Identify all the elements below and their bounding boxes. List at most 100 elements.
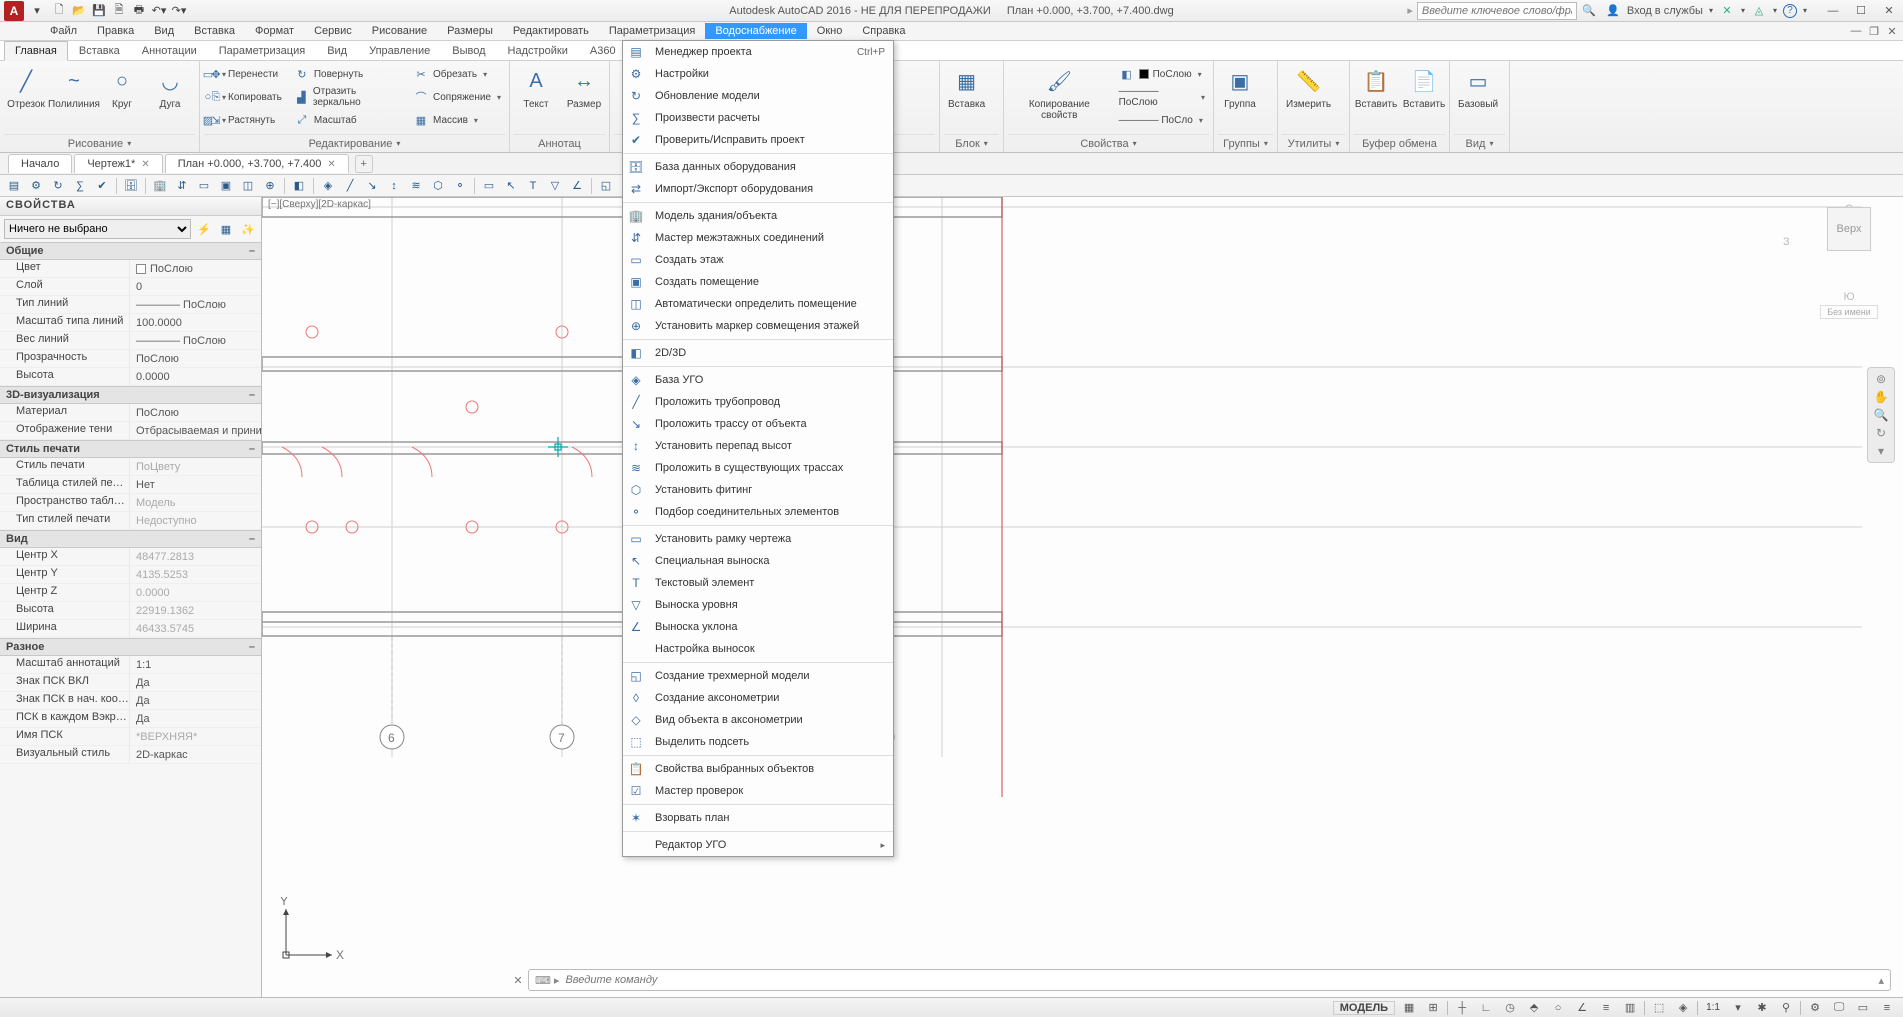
lineweight-combo[interactable]: ———— ПоСлою▾ <box>1115 86 1209 108</box>
menu-item[interactable]: ↕Установить перепад высот <box>623 435 893 457</box>
status-custom-icon[interactable]: ≡ <box>1877 1000 1897 1016</box>
property-row[interactable]: Центр Z0.0000 <box>0 584 261 602</box>
property-row[interactable]: Стиль печатиПоЦвету <box>0 458 261 476</box>
ribbon-tab[interactable]: Вывод <box>441 41 496 60</box>
property-row[interactable]: ЦветПоСлою <box>0 260 261 278</box>
property-row[interactable]: Масштаб типа линий100.0000 <box>0 314 261 332</box>
ribbon-button[interactable]: ○Круг <box>100 63 144 112</box>
status-scale[interactable]: 1:1 <box>1702 1002 1724 1013</box>
ribbon-button[interactable]: ✥Перенести <box>204 63 286 85</box>
tb-icon[interactable]: ◱ <box>596 177 616 195</box>
tb-icon[interactable]: ✔ <box>92 177 112 195</box>
menu-item[interactable]: ≋Проложить в существующих трассах <box>623 457 893 479</box>
collapse-icon[interactable]: – <box>249 245 255 257</box>
property-row[interactable]: Высота0.0000 <box>0 368 261 386</box>
menu-справка[interactable]: Справка <box>852 23 915 39</box>
tb-icon[interactable]: T <box>523 177 543 195</box>
menu-item[interactable]: ✔Проверить/Исправить проект <box>623 129 893 151</box>
ribbon-button[interactable]: ▦Массив▾ <box>409 109 505 131</box>
tb-icon[interactable]: 🗄 <box>121 177 141 195</box>
menu-item[interactable]: 🗄База данных оборудования <box>623 156 893 178</box>
menu-item[interactable]: ⇵Мастер межэтажных соединений <box>623 227 893 249</box>
tb-icon[interactable]: ⇵ <box>172 177 192 195</box>
status-osnap-icon[interactable]: ○ <box>1548 1000 1568 1016</box>
new-tab-button[interactable]: + <box>355 155 373 173</box>
status-anno-icon[interactable]: ✱ <box>1752 1000 1772 1016</box>
viewcube[interactable]: С З Верх В Ю Без имени <box>1807 203 1891 319</box>
selection-combo[interactable]: Ничего не выбрано <box>4 219 191 239</box>
property-row[interactable]: Знак ПСК ВКЛДа <box>0 674 261 692</box>
ribbon-tab[interactable]: Параметризация <box>208 41 316 60</box>
viewcube-label[interactable]: Без имени <box>1820 305 1878 319</box>
menu-окно[interactable]: Окно <box>807 23 853 39</box>
menu-item[interactable]: ╱Проложить трубопровод <box>623 391 893 413</box>
nav-bar[interactable]: ⊚ ✋ 🔍 ↻ ▾ <box>1867 367 1895 463</box>
nav-more-icon[interactable]: ▾ <box>1878 444 1884 458</box>
ribbon-tab[interactable]: Управление <box>358 41 441 60</box>
status-snap-icon[interactable]: ┼ <box>1452 1000 1472 1016</box>
menu-редактировать[interactable]: Редактировать <box>503 23 599 39</box>
property-row[interactable]: Визуальный стиль2D-каркас <box>0 746 261 764</box>
tb-icon[interactable]: ▽ <box>545 177 565 195</box>
menu-item[interactable]: ⬚Выделить подсеть <box>623 731 893 753</box>
property-category[interactable]: Стиль печати– <box>0 440 261 458</box>
status-monitor-icon[interactable]: 🖵 <box>1829 1000 1849 1016</box>
ribbon-button[interactable]: ~Полилиния <box>52 63 96 112</box>
menu-формат[interactable]: Формат <box>245 23 304 39</box>
close-tab-icon[interactable]: ✕ <box>327 159 335 170</box>
mdi-close-icon[interactable]: ✕ <box>1883 23 1901 39</box>
tb-icon[interactable]: 🏢 <box>150 177 170 195</box>
menu-item[interactable]: ⊕Установить маркер совмещения этажей <box>623 315 893 337</box>
viewport-label[interactable]: [−][Сверху][2D-каркас] <box>268 199 371 210</box>
close-button[interactable]: ✕ <box>1875 1 1903 21</box>
tb-icon[interactable]: ▣ <box>216 177 236 195</box>
property-row[interactable]: Тип линий———— ПоСлою <box>0 296 261 314</box>
tb-icon[interactable]: ◫ <box>238 177 258 195</box>
collapse-icon[interactable]: – <box>249 443 255 455</box>
ribbon-button[interactable]: 📄Вставить <box>1402 63 1446 112</box>
status-gizmo-icon[interactable]: ◈ <box>1673 1000 1693 1016</box>
menu-вставка[interactable]: Вставка <box>184 23 245 39</box>
match-props-button[interactable]: 🖌 Копирование свойств <box>1008 63 1111 123</box>
a360-icon[interactable]: ◬ <box>1751 3 1767 19</box>
status-trans-icon[interactable]: ▥ <box>1620 1000 1640 1016</box>
qat-new-icon[interactable]: 🗋 <box>50 2 68 20</box>
menu-item[interactable]: ▭Установить рамку чертежа <box>623 528 893 550</box>
select-icon[interactable]: ▦ <box>217 220 235 238</box>
menu-водоснабжение[interactable]: Водоснабжение <box>705 23 806 39</box>
menu-item[interactable]: ◊Создание аксонометрии <box>623 687 893 709</box>
viewcube-w[interactable]: З <box>1783 236 1790 248</box>
nav-orbit-icon[interactable]: ↻ <box>1876 426 1886 440</box>
status-lwt-icon[interactable]: ≡ <box>1596 1000 1616 1016</box>
close-tab-icon[interactable]: ✕ <box>141 159 149 170</box>
cmd-history-icon[interactable]: ▴ <box>1878 974 1884 987</box>
menu-item[interactable]: ⬡Установить фитинг <box>623 479 893 501</box>
menu-item[interactable]: TТекстовый элемент <box>623 572 893 594</box>
ribbon-button[interactable]: ▦Вставка <box>944 63 989 112</box>
status-polar-icon[interactable]: ◷ <box>1500 1000 1520 1016</box>
property-category[interactable]: Вид– <box>0 530 261 548</box>
ribbon-button[interactable]: ⌒Сопряжение▾ <box>409 86 505 108</box>
nav-pan-icon[interactable]: ✋ <box>1874 390 1889 404</box>
ribbon-button[interactable]: AТекст <box>514 63 558 112</box>
mdi-restore-icon[interactable]: ❐ <box>1865 23 1883 39</box>
tb-icon[interactable]: ∑ <box>70 177 90 195</box>
menu-вид[interactable]: Вид <box>144 23 184 39</box>
layer-color-combo[interactable]: ◧ПоСлою▾ <box>1115 63 1209 85</box>
ribbon-button[interactable]: 📋Вставить <box>1354 63 1398 112</box>
search-input[interactable] <box>1417 2 1577 20</box>
menu-параметризация[interactable]: Параметризация <box>599 23 705 39</box>
ribbon-button[interactable]: ◡Дуга <box>148 63 192 112</box>
search-icon[interactable]: 🔍 <box>1581 3 1597 19</box>
status-grid-icon[interactable]: ▦ <box>1399 1000 1419 1016</box>
menu-item[interactable]: ↘Проложить трассу от объекта <box>623 413 893 435</box>
viewcube-s[interactable]: Ю <box>1843 291 1854 303</box>
ribbon-button[interactable]: ↻Повернуть <box>290 63 405 85</box>
status-anno-icon[interactable]: ⚲ <box>1776 1000 1796 1016</box>
ribbon-tab[interactable]: Надстройки <box>497 41 579 60</box>
ribbon-tab[interactable]: Аннотации <box>131 41 208 60</box>
ribbon-button[interactable]: ⇲Растянуть <box>204 109 286 131</box>
menu-item[interactable]: ◱Создание трехмерной модели <box>623 665 893 687</box>
menu-item[interactable]: ☑Мастер проверок <box>623 780 893 802</box>
tb-icon[interactable]: ⬡ <box>428 177 448 195</box>
